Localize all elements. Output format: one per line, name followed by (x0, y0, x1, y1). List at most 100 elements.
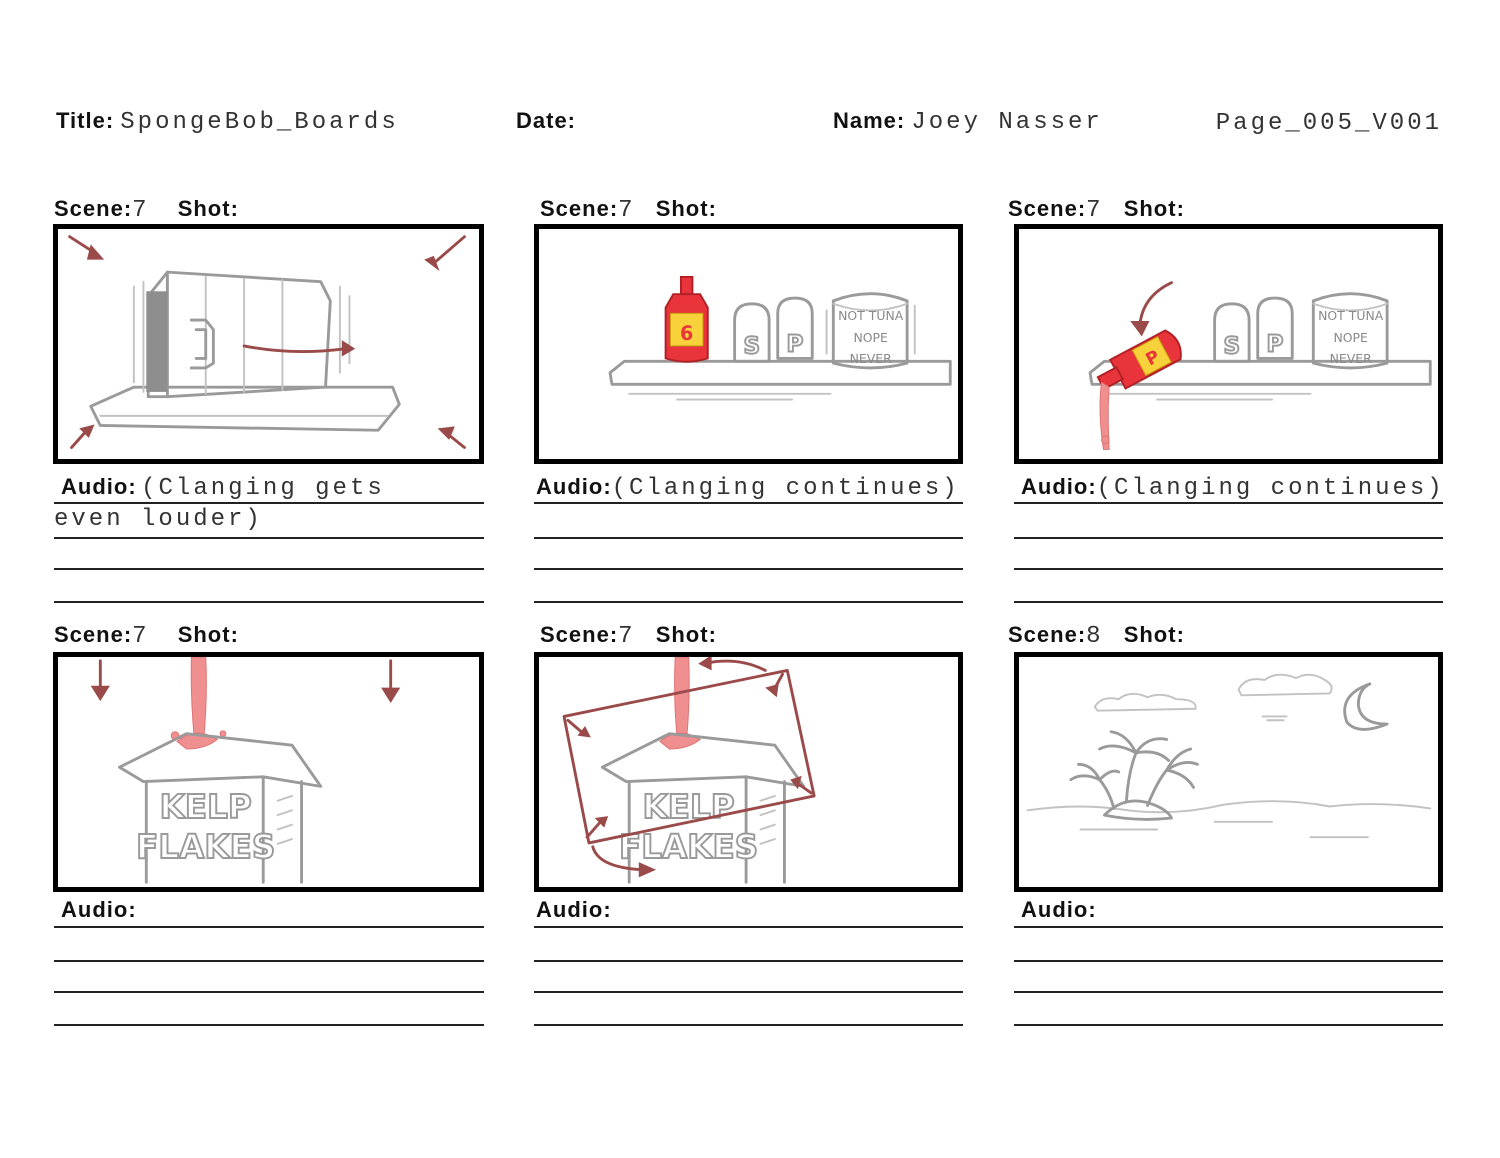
audio-rule (534, 991, 963, 993)
audio-rule (1014, 926, 1443, 928)
shot-label: Shot: (177, 622, 239, 647)
panel-2-drawing: 6 S P NOT TUNA NOPE NEVER (608, 275, 952, 401)
scene-number: 7 (618, 197, 636, 224)
can-text-3: NEVER (850, 351, 893, 366)
audio-rule (534, 601, 963, 603)
panel-5-frame: KELP FLAKES (534, 652, 963, 892)
audio-label: Audio: (1021, 897, 1097, 922)
scene-number: 8 (1086, 623, 1104, 650)
header-name: Name: Joey Nasser (833, 108, 1103, 136)
audio-line-1: (Clanging continues) (611, 475, 960, 502)
audio-rule (1014, 568, 1443, 570)
page-id: Page_005_V001 (1215, 110, 1442, 137)
panel-4-audio: Audio: (61, 897, 137, 925)
panel-1-header: Scene:7 Shot: (54, 196, 239, 224)
audio-rule (54, 601, 484, 603)
scene-number: 7 (132, 623, 150, 650)
box-text-1: KELP (643, 788, 735, 826)
salt-letter: S (744, 334, 761, 360)
header-date: Date: (516, 108, 576, 136)
audio-rule (1014, 960, 1443, 962)
shot-label: Shot: (1123, 622, 1185, 647)
title-value: SpongeBob_Boards (120, 109, 399, 136)
panel-2-header: Scene:7 Shot: (540, 196, 717, 224)
shot-label: Shot: (655, 196, 717, 221)
audio-label: Audio: (1021, 474, 1097, 499)
scene-label: Scene: (54, 196, 133, 221)
date-label: Date: (516, 108, 577, 133)
audio-rule (1014, 991, 1443, 993)
panel-1-audio: Audio: (Clanging gets (61, 474, 385, 502)
audio-label: Audio: (536, 897, 612, 922)
audio-label: Audio: (536, 474, 612, 499)
audio-rule (534, 568, 963, 570)
panel-6-header: Scene:8 Shot: (1008, 622, 1185, 650)
can-text-1: NOT TUNA (1318, 308, 1384, 323)
audio-rule (534, 1024, 963, 1026)
can-text-2: NOPE (853, 330, 888, 345)
name-value: Joey Nasser (911, 109, 1103, 136)
panel-6-frame (1014, 652, 1443, 892)
audio-line-1: (Clanging continues) (1096, 475, 1445, 502)
panel-3-header: Scene:7 Shot: (1008, 196, 1185, 224)
panel-2-frame: 6 S P NOT TUNA NOPE NEVER (534, 224, 963, 464)
can-text-1: NOT TUNA (838, 308, 904, 323)
audio-label: Audio: (61, 897, 137, 922)
scene-number: 7 (132, 197, 150, 224)
shot-label: Shot: (177, 196, 239, 221)
name-label: Name: (833, 108, 906, 133)
audio-rule (54, 568, 484, 570)
audio-rule (1014, 601, 1443, 603)
panel-2-audio: Audio:(Clanging continues) (536, 474, 960, 502)
panel-6-audio: Audio: (1021, 897, 1097, 925)
pepper-letter: P (787, 332, 804, 358)
scene-label: Scene: (1008, 622, 1087, 647)
audio-rule (534, 926, 963, 928)
scene-label: Scene: (540, 622, 619, 647)
audio-rule (534, 960, 963, 962)
can-text-2: NOPE (1333, 330, 1368, 345)
scene-number: 7 (1086, 197, 1104, 224)
audio-rule (54, 926, 484, 928)
audio-label: Audio: (61, 474, 137, 499)
scene-label: Scene: (54, 622, 133, 647)
audio-line-2: even louder) (54, 506, 263, 533)
can-text-3: NEVER (1330, 351, 1373, 366)
scene-label: Scene: (540, 196, 619, 221)
pepper-letter: P (1267, 332, 1284, 358)
panel-1-frame (53, 224, 484, 464)
title-label: Title: (56, 108, 115, 133)
audio-rule (54, 537, 484, 539)
audio-rule (54, 502, 484, 504)
scene-label: Scene: (1008, 196, 1087, 221)
audio-rule (534, 537, 963, 539)
box-text-2: FLAKES (136, 828, 275, 866)
audio-rule (1014, 1024, 1443, 1026)
panel-1-drawing (68, 235, 466, 449)
panel-3-drawing: P S P NOT TUNA NOPE NEVER (1088, 281, 1432, 450)
audio-line-1: (Clanging gets (141, 475, 385, 502)
panel-6-drawing (1026, 673, 1432, 839)
audio-rule (54, 960, 484, 962)
panel-4-header: Scene:7 Shot: (54, 622, 239, 650)
header-title: Title: SpongeBob_Boards (56, 108, 399, 136)
audio-rule (1014, 502, 1443, 504)
panel-3-audio: Audio:(Clanging continues) (1021, 474, 1445, 502)
panel-4-frame: KELP FLAKES (53, 652, 484, 892)
bottle-label-text: 6 (680, 322, 693, 345)
box-text-1: KELP (160, 788, 252, 826)
salt-letter: S (1224, 334, 1241, 360)
shot-label: Shot: (655, 622, 717, 647)
audio-rule (534, 502, 963, 504)
scene-number: 7 (618, 623, 636, 650)
box-text-2: FLAKES (619, 828, 758, 866)
panel-3-frame: P S P NOT TUNA NOPE NEVER (1014, 224, 1443, 464)
audio-rule (54, 991, 484, 993)
panel-4-drawing: KELP FLAKES (90, 657, 401, 884)
panel-5-drawing: KELP FLAKES (562, 657, 816, 884)
audio-rule (54, 1024, 484, 1026)
audio-rule (1014, 537, 1443, 539)
panel-5-header: Scene:7 Shot: (540, 622, 717, 650)
shot-label: Shot: (1123, 196, 1185, 221)
panel-5-audio: Audio: (536, 897, 612, 925)
